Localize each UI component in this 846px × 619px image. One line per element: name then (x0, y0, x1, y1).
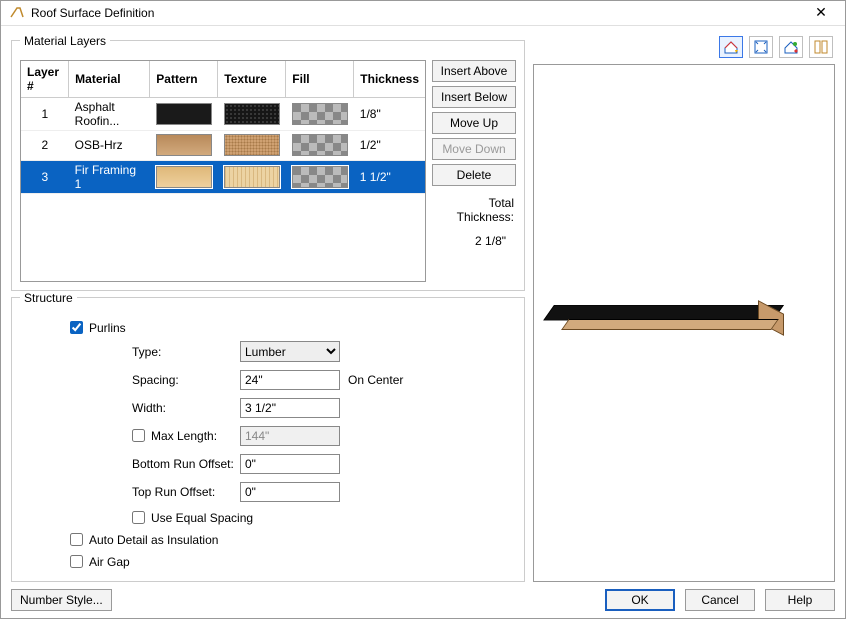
col-pattern[interactable]: Pattern (150, 61, 218, 98)
cell-fill[interactable] (286, 130, 354, 160)
dialog-title: Roof Surface Definition (31, 6, 805, 20)
spacing-label: Spacing: (132, 373, 240, 387)
equal-spacing-checkbox[interactable] (132, 511, 145, 524)
type-select[interactable]: Lumber (240, 341, 340, 362)
total-thickness-value: 2 1/8" (432, 234, 516, 248)
equal-spacing-label: Use Equal Spacing (151, 511, 253, 525)
insert-below-button[interactable]: Insert Below (432, 86, 516, 108)
insert-above-button[interactable]: Insert Above (432, 60, 516, 82)
purlins-label: Purlins (89, 321, 126, 335)
help-button[interactable]: Help (765, 589, 835, 611)
width-label: Width: (132, 401, 240, 415)
cell-layer-num: 3 (21, 160, 69, 193)
cell-thickness: 1/8" (354, 97, 425, 130)
number-style-button[interactable]: Number Style... (11, 589, 112, 611)
col-layer[interactable]: Layer # (21, 61, 69, 98)
view-plan-button[interactable] (719, 36, 743, 58)
width-input[interactable] (240, 398, 340, 418)
structure-group: Structure Purlins Type: Lumber Spacing: … (11, 291, 525, 582)
top-run-label: Top Run Offset: (132, 485, 240, 499)
layers-table[interactable]: Layer # Material Pattern Texture Fill Th… (20, 60, 426, 282)
table-row[interactable]: 1Asphalt Roofin... 1/8" (21, 97, 425, 130)
cell-texture[interactable] (218, 97, 286, 130)
cell-pattern[interactable] (150, 130, 218, 160)
preview-pane[interactable] (533, 64, 835, 582)
material-layers-legend: Material Layers (20, 34, 110, 48)
table-row[interactable]: 2OSB-Hrz 1/2" (21, 130, 425, 160)
air-gap-label: Air Gap (89, 555, 130, 569)
structure-legend: Structure (20, 291, 77, 305)
cell-material: Asphalt Roofin... (69, 97, 150, 130)
top-run-input[interactable] (240, 482, 340, 502)
purlins-checkbox[interactable] (70, 321, 83, 334)
preview-toolbar (533, 34, 835, 60)
col-thickness[interactable]: Thickness (354, 61, 425, 98)
dialog-window: Roof Surface Definition ✕ Material Layer… (0, 0, 846, 619)
auto-detail-label: Auto Detail as Insulation (89, 533, 218, 547)
max-length-checkbox[interactable] (132, 429, 145, 442)
col-fill[interactable]: Fill (286, 61, 354, 98)
total-thickness-label: Total Thickness: (432, 196, 516, 224)
dialog-footer: Number Style... OK Cancel Help (1, 588, 845, 618)
cell-fill[interactable] (286, 160, 354, 193)
delete-button[interactable]: Delete (432, 164, 516, 186)
air-gap-checkbox[interactable] (70, 555, 83, 568)
roof-preview-graphic (554, 305, 794, 365)
cell-thickness: 1 1/2" (354, 160, 425, 193)
view-color-button[interactable] (779, 36, 803, 58)
material-layers-group: Material Layers Layer # Material Pattern… (11, 34, 525, 291)
max-length-label: Max Length: (151, 429, 217, 443)
spacing-suffix: On Center (348, 373, 403, 387)
cell-pattern[interactable] (150, 160, 218, 193)
close-button[interactable]: ✕ (805, 4, 837, 21)
cell-material: OSB-Hrz (69, 130, 150, 160)
ok-button[interactable]: OK (605, 589, 675, 611)
cell-texture[interactable] (218, 130, 286, 160)
cancel-button[interactable]: Cancel (685, 589, 755, 611)
dialog-icon (9, 5, 25, 21)
bottom-run-input[interactable] (240, 454, 340, 474)
cell-texture[interactable] (218, 160, 286, 193)
cell-pattern[interactable] (150, 97, 218, 130)
move-up-button[interactable]: Move Up (432, 112, 516, 134)
bottom-run-label: Bottom Run Offset: (132, 457, 240, 471)
view-glass-button[interactable] (809, 36, 833, 58)
table-row[interactable]: 3Fir Framing 1 1 1/2" (21, 160, 425, 193)
cell-material: Fir Framing 1 (69, 160, 150, 193)
col-texture[interactable]: Texture (218, 61, 286, 98)
cell-fill[interactable] (286, 97, 354, 130)
auto-detail-checkbox[interactable] (70, 533, 83, 546)
cell-thickness: 1/2" (354, 130, 425, 160)
spacing-input[interactable] (240, 370, 340, 390)
view-extents-button[interactable] (749, 36, 773, 58)
cell-layer-num: 1 (21, 97, 69, 130)
titlebar: Roof Surface Definition ✕ (1, 1, 845, 26)
cell-layer-num: 2 (21, 130, 69, 160)
move-down-button[interactable]: Move Down (432, 138, 516, 160)
col-material[interactable]: Material (69, 61, 150, 98)
type-label: Type: (132, 345, 240, 359)
max-length-input[interactable] (240, 426, 340, 446)
